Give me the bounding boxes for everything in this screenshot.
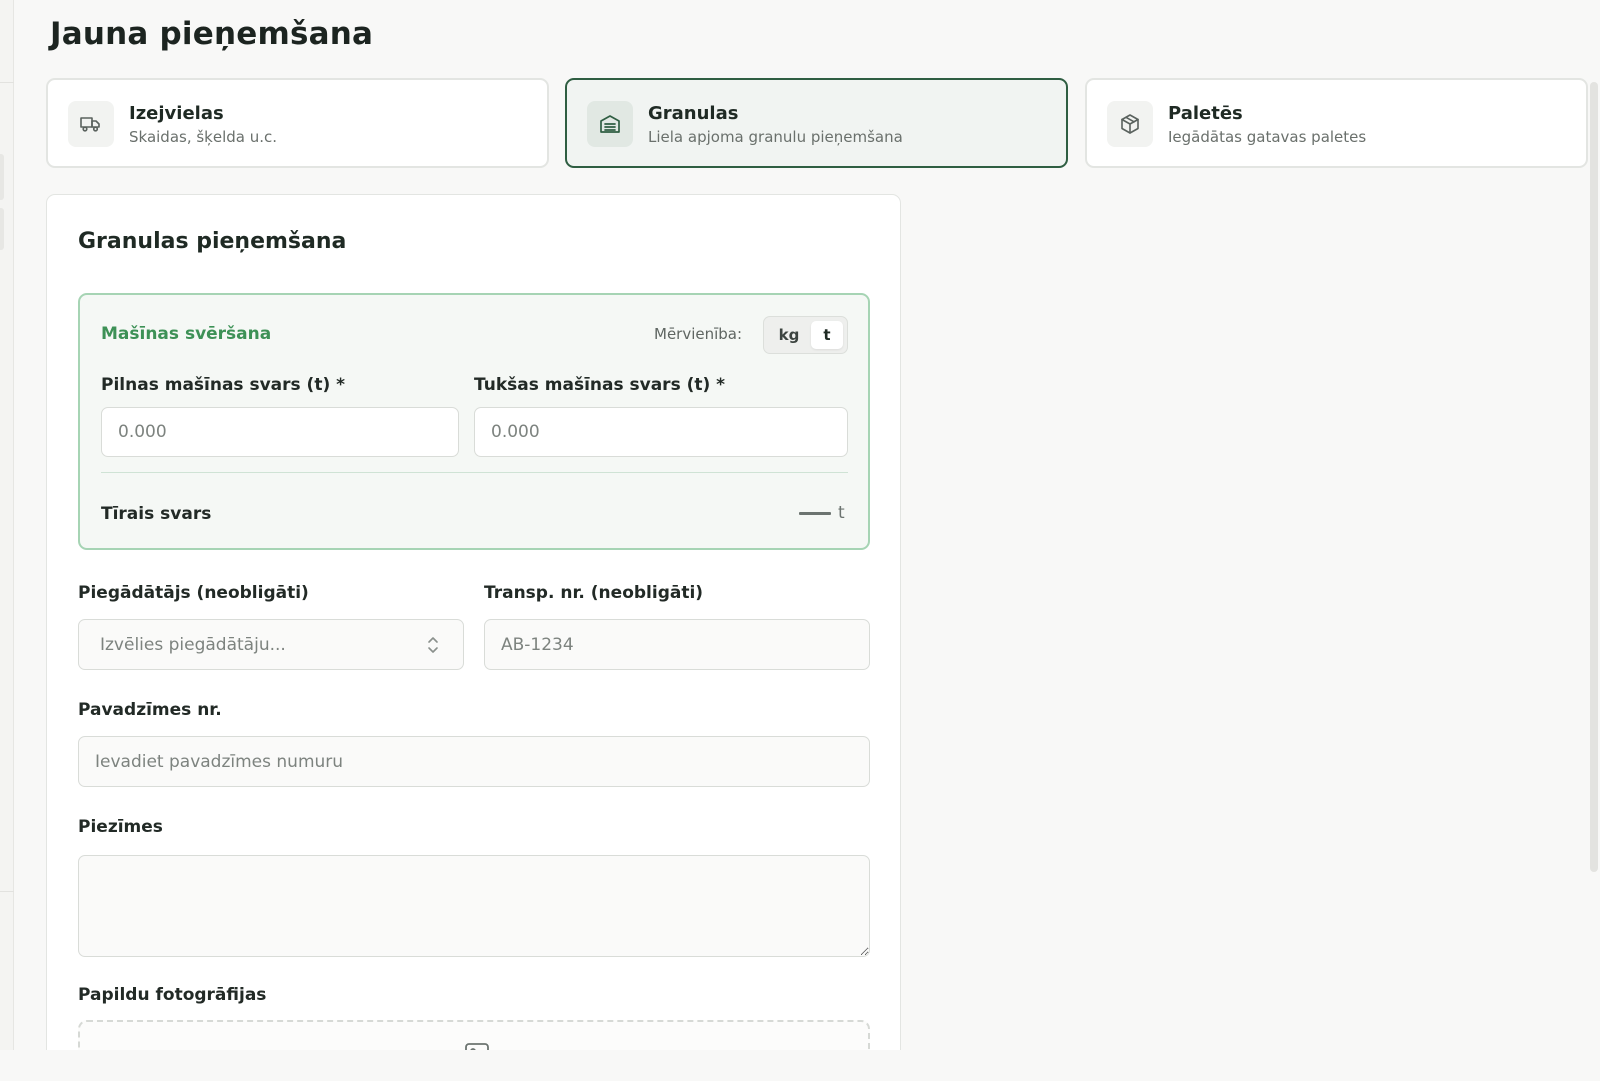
weighing-divider <box>101 472 848 473</box>
warehouse-icon <box>587 101 633 147</box>
notes-label: Piezīmes <box>78 817 163 837</box>
sidebar-item[interactable] <box>0 208 4 250</box>
unit-option-kg[interactable]: kg <box>770 321 808 349</box>
sidebar-item[interactable] <box>0 154 4 200</box>
type-card-title: Izejvielas <box>129 103 224 124</box>
form-panel: Granulas pieņemšana Mašīnas svēršana Mēr… <box>46 194 901 1081</box>
transport-label: Transp. nr. (neobligāti) <box>484 583 704 603</box>
empty-weight-label: Tukšas mašīnas svars (t) * <box>474 375 726 395</box>
truck-weighing-section: Mašīnas svēršana Mērvienība: kg t Pilnas… <box>78 293 870 550</box>
sidebar-edge <box>0 0 14 1081</box>
full-weight-label: Pilnas mašīnas svars (t) * <box>101 375 346 395</box>
net-weight-unit: t <box>838 503 845 523</box>
photos-label: Papildu fotogrāfijas <box>78 985 267 1005</box>
transport-number-input[interactable] <box>484 619 870 670</box>
unit-label: Mērvienība: <box>654 325 743 343</box>
type-card-granulas[interactable]: Granulas Liela apjoma granulu pieņemšana <box>565 78 1068 168</box>
empty-weight-input[interactable] <box>474 407 848 457</box>
viewport-bottom-edge <box>0 1050 1600 1081</box>
supplier-select[interactable]: Izvēlies piegādātāju... <box>78 619 464 670</box>
supplier-label: Piegādātājs (neobligāti) <box>78 583 309 603</box>
net-weight-value <box>799 512 831 515</box>
page-title: Jauna pieņemšana <box>50 16 374 52</box>
type-card-subtitle: Skaidas, šķelda u.c. <box>129 128 278 146</box>
app-page: Jauna pieņemšana Izejvielas Skaidas, šķe… <box>0 0 1600 1081</box>
type-card-subtitle: Liela apjoma granulu pieņemšana <box>648 128 903 146</box>
sidebar-divider <box>0 891 14 892</box>
weighing-title: Mašīnas svēršana <box>101 324 272 344</box>
notes-textarea[interactable] <box>78 855 870 957</box>
invoice-number-input[interactable] <box>78 736 870 787</box>
form-title: Granulas pieņemšana <box>78 229 347 254</box>
net-weight-label: Tīrais svars <box>101 504 212 524</box>
full-weight-input[interactable] <box>101 407 459 457</box>
invoice-label: Pavadzīmes nr. <box>78 700 222 720</box>
supplier-select-value: Izvēlies piegādātāju... <box>100 635 286 655</box>
page-scrollbar[interactable] <box>1590 82 1598 872</box>
type-card-paletes[interactable]: Paletēs Iegādātas gatavas paletes <box>1085 78 1588 168</box>
chevron-up-down-icon <box>426 635 440 659</box>
truck-icon <box>68 101 114 147</box>
unit-option-t[interactable]: t <box>811 321 843 349</box>
type-card-title: Granulas <box>648 103 739 124</box>
type-card-subtitle: Iegādātas gatavas paletes <box>1168 128 1367 146</box>
unit-toggle: kg t <box>763 316 848 354</box>
type-card-izejvielas[interactable]: Izejvielas Skaidas, šķelda u.c. <box>46 78 549 168</box>
package-icon <box>1107 101 1153 147</box>
sidebar-divider <box>0 82 14 83</box>
type-card-title: Paletēs <box>1168 103 1243 124</box>
